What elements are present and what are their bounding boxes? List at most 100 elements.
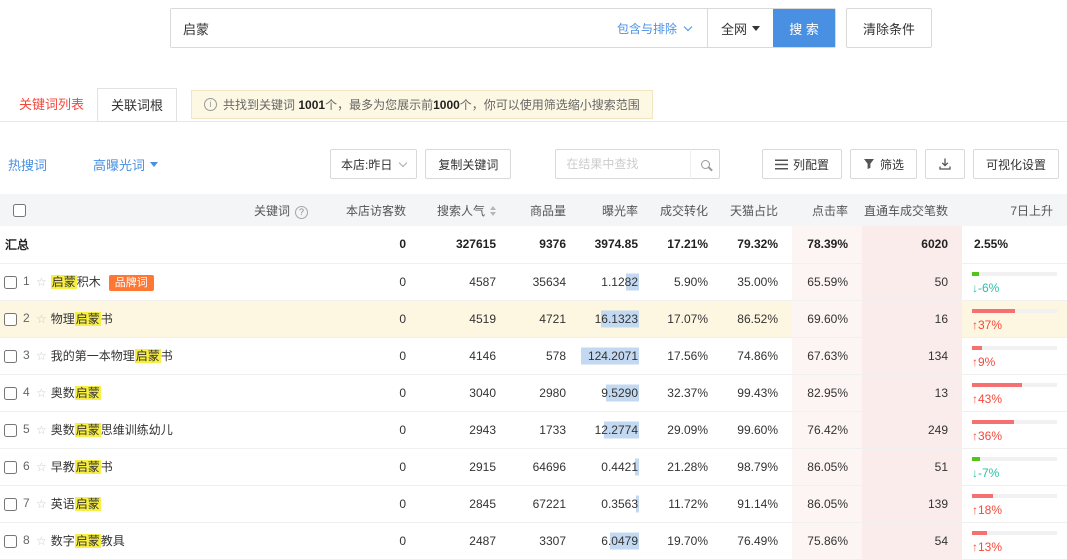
favorite-star-icon[interactable]: ☆ [36, 386, 47, 400]
ztc-orders-cell: 249 [862, 411, 962, 448]
ctr-cell: 75.86% [792, 522, 862, 559]
col-store-visitors: 本店访客数 [330, 194, 420, 226]
favorite-star-icon[interactable]: ☆ [36, 534, 47, 548]
visitors-cell: 0 [330, 448, 420, 485]
row-checkbox[interactable] [4, 498, 17, 511]
product-count-cell: 67221 [510, 485, 580, 522]
info-icon: i [204, 98, 217, 111]
favorite-star-icon[interactable]: ☆ [36, 497, 47, 511]
search-popularity-cell: 2943 [420, 411, 510, 448]
ztc-orders-cell: 50 [862, 263, 962, 300]
result-count-notice: i 共找到关键词 1001个，最多为您展示前1000个，你可以使用筛选缩小搜索范… [191, 90, 653, 119]
keyword-cell: ☆ 物理启蒙书 [34, 300, 330, 337]
conversion-cell: 29.09% [652, 411, 722, 448]
row-checkbox[interactable] [4, 350, 17, 363]
exposure-rate-cell: 6.0479 [580, 522, 652, 559]
ctr-cell: 78.39% [792, 226, 862, 263]
table-toolbar: 热搜词 高曝光词 本店:昨日 复制关键词 列配置 筛选 可视化设置 [0, 148, 1067, 180]
row-checkbox[interactable] [4, 461, 17, 474]
table-row: 8☆数字启蒙教具0248733076.047919.70%76.49%75.86… [0, 522, 1067, 559]
rise-7d-cell: ↓-6% [962, 263, 1067, 300]
conversion-cell: 17.07% [652, 300, 722, 337]
conversion-cell: 21.28% [652, 448, 722, 485]
rise-value: ↓-6% [972, 281, 1057, 295]
search-button[interactable]: 搜 索 [773, 9, 835, 47]
visual-settings-button[interactable]: 可视化设置 [973, 149, 1059, 179]
favorite-star-icon[interactable]: ☆ [36, 423, 47, 437]
keyword-cell: ☆ 英语启蒙 [34, 485, 330, 522]
favorite-star-icon[interactable]: ☆ [36, 312, 47, 326]
rise-bar-track [972, 420, 1057, 424]
keyword-text[interactable]: 物理启蒙书 [51, 312, 113, 326]
rise-bar-track [972, 457, 1057, 461]
keyword-text[interactable]: 启蒙积木 [51, 275, 101, 289]
keyword-text[interactable]: 英语启蒙 [51, 497, 101, 511]
tmall-share-cell: 35.00% [722, 263, 792, 300]
keyword-text[interactable]: 我的第一本物理启蒙书 [51, 349, 173, 363]
search-submit[interactable] [690, 149, 720, 179]
rise-value: ↑13% [972, 540, 1057, 554]
rise-7d-cell: ↑36% [962, 411, 1067, 448]
include-exclude-toggle[interactable]: 包含与排除 [601, 9, 707, 47]
search-input[interactable] [171, 9, 601, 47]
visitors-cell: 0 [330, 337, 420, 374]
tab-keyword-list[interactable]: 关键词列表 [6, 88, 97, 122]
rise-bar [972, 531, 987, 535]
product-count-cell: 1733 [510, 411, 580, 448]
table-row: 1☆启蒙积木品牌词04587356341.12825.90%35.00%65.5… [0, 263, 1067, 300]
hot-search-words-link[interactable]: 热搜词 [8, 155, 47, 174]
summary-label: 汇总 [0, 226, 34, 263]
store-date-value: 本店:昨日 [341, 156, 392, 173]
copy-keywords-button[interactable]: 复制关键词 [425, 149, 511, 179]
sort-icon[interactable] [490, 206, 496, 216]
search-popularity-cell: 4146 [420, 337, 510, 374]
row-checkbox[interactable] [4, 387, 17, 400]
rise-bar [972, 420, 1014, 424]
rise-bar-track [972, 383, 1057, 387]
download-button[interactable] [925, 149, 965, 179]
filter-label: 筛选 [880, 156, 904, 173]
keyword-text[interactable]: 早教启蒙书 [51, 460, 113, 474]
keyword-text[interactable]: 奥数启蒙 [51, 386, 101, 400]
scope-select[interactable]: 全网 [707, 9, 773, 47]
col-ctr: 点击率 [792, 194, 862, 226]
rise-7d-cell: ↑13% [962, 522, 1067, 559]
keyword-text[interactable]: 奥数启蒙思维训练幼儿 [51, 423, 173, 437]
row-checkbox[interactable] [4, 313, 17, 326]
tmall-share-cell: 79.32% [722, 226, 792, 263]
visitors-cell: 0 [330, 263, 420, 300]
select-all-checkbox[interactable] [13, 204, 26, 217]
keyword-highlight: 启蒙 [75, 497, 101, 511]
ctr-cell: 67.63% [792, 337, 862, 374]
ctr-cell: 82.95% [792, 374, 862, 411]
exposure-rate-cell: 16.1323 [580, 300, 652, 337]
favorite-star-icon[interactable]: ☆ [36, 349, 47, 363]
exposure-rate-cell: 12.2774 [580, 411, 652, 448]
table-row: 6☆早教启蒙书02915646960.442121.28%98.79%86.05… [0, 448, 1067, 485]
store-date-select[interactable]: 本店:昨日 [330, 149, 417, 179]
favorite-star-icon[interactable]: ☆ [36, 460, 47, 474]
search-popularity-cell: 4587 [420, 263, 510, 300]
rise-bar-track [972, 309, 1057, 313]
clear-conditions-button[interactable]: 清除条件 [846, 8, 932, 48]
filter-button[interactable]: 筛选 [850, 149, 917, 179]
conversion-cell: 17.56% [652, 337, 722, 374]
favorite-star-icon[interactable]: ☆ [36, 275, 47, 289]
table-row: 5☆奥数启蒙思维训练幼儿02943173312.277429.09%99.60%… [0, 411, 1067, 448]
product-count-cell: 2980 [510, 374, 580, 411]
tab-related-roots[interactable]: 关联词根 [97, 88, 177, 122]
keyword-text[interactable]: 数字启蒙教具 [51, 534, 125, 548]
include-exclude-label: 包含与排除 [617, 20, 677, 37]
col-ztc-orders: 直通车成交笔数 [862, 194, 962, 226]
high-exposure-dropdown[interactable]: 高曝光词 [93, 155, 158, 174]
row-checkbox[interactable] [4, 276, 17, 289]
keywords-table: 关键词? 本店访客数 搜索人气 商品量 曝光率 成交转化 天猫占比 点击率 直通… [0, 194, 1067, 560]
rise-7d-cell: ↑18% [962, 485, 1067, 522]
column-config-button[interactable]: 列配置 [762, 149, 842, 179]
help-icon[interactable]: ? [295, 206, 308, 219]
row-index: 7 [23, 496, 30, 510]
row-checkbox[interactable] [4, 424, 17, 437]
exposure-rate-cell: 124.2071 [580, 337, 652, 374]
caret-down-icon [752, 26, 760, 31]
ztc-orders-cell: 134 [862, 337, 962, 374]
